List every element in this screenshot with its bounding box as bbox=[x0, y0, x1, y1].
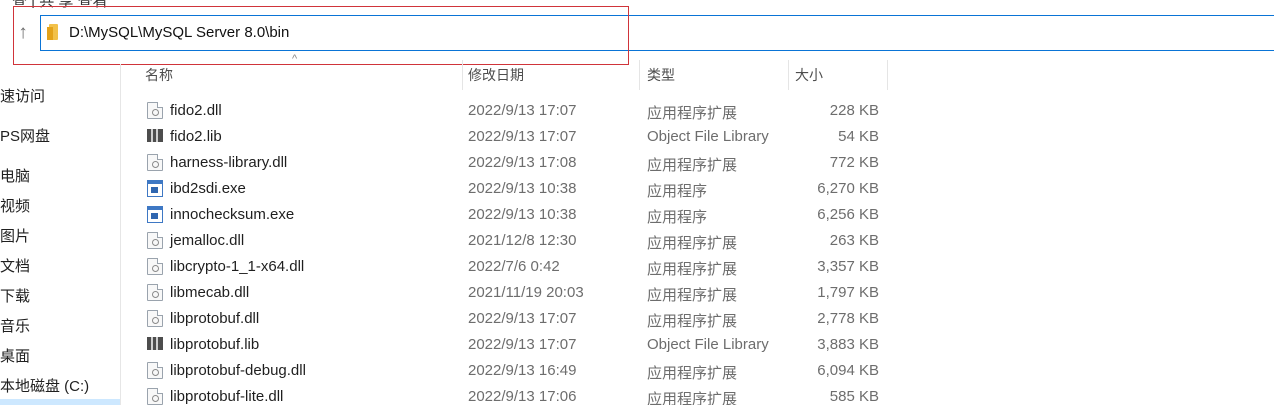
file-row[interactable]: ibd2sdi.exe 2022/9/13 10:38 应用程序 6,270 K… bbox=[140, 176, 900, 202]
file-name[interactable]: fido2.lib bbox=[170, 128, 222, 145]
dll-file-icon bbox=[147, 232, 163, 249]
nav-selection-highlight bbox=[0, 399, 120, 405]
file-size: 6,270 KB bbox=[817, 180, 879, 197]
column-header-type[interactable]: 类型 bbox=[647, 62, 787, 90]
file-name[interactable]: fido2.dll bbox=[170, 102, 222, 119]
file-date: 2022/9/13 17:07 bbox=[468, 128, 577, 145]
dll-file-icon bbox=[147, 310, 163, 327]
file-type: 应用程序扩展 bbox=[647, 157, 738, 174]
nav-item-desktop[interactable]: 桌面 bbox=[0, 345, 30, 366]
nav-item-pictures[interactable]: 图片 bbox=[0, 225, 30, 246]
exe-file-icon bbox=[147, 206, 163, 223]
file-name[interactable]: libcrypto-1_1-x64.dll bbox=[170, 258, 304, 275]
file-name[interactable]: harness-library.dll bbox=[170, 154, 287, 171]
nav-item-quick-access[interactable]: 速访问 bbox=[0, 85, 45, 106]
file-type: 应用程序扩展 bbox=[647, 105, 738, 122]
ribbon-tabs-text: 查 | 共 享 查看 bbox=[12, 0, 108, 8]
file-name[interactable]: libmecab.dll bbox=[170, 284, 249, 301]
file-row[interactable]: harness-library.dll 2022/9/13 17:08 应用程序… bbox=[140, 150, 900, 176]
file-date: 2022/9/13 17:06 bbox=[468, 388, 577, 405]
file-date: 2022/9/13 17:08 bbox=[468, 154, 577, 171]
file-size: 54 KB bbox=[838, 128, 879, 145]
dll-file-icon bbox=[147, 362, 163, 379]
file-row[interactable]: libmecab.dll 2021/11/19 20:03 应用程序扩展 1,7… bbox=[140, 280, 900, 306]
nav-item-wps-drive[interactable]: PS网盘 bbox=[0, 125, 50, 146]
lib-file-icon bbox=[147, 129, 163, 142]
column-header-name[interactable]: 名称 bbox=[145, 62, 463, 90]
file-size: 2,778 KB bbox=[817, 310, 879, 327]
file-name[interactable]: libprotobuf-debug.dll bbox=[170, 362, 306, 379]
dll-file-icon bbox=[147, 154, 163, 171]
file-name[interactable]: libprotobuf.lib bbox=[170, 336, 259, 353]
file-size: 772 KB bbox=[829, 154, 879, 171]
navigation-pane: 速访问 PS网盘 电脑 视频 图片 文档 下载 音乐 桌面 本地磁盘 (C:) bbox=[0, 64, 121, 405]
file-size: 228 KB bbox=[829, 102, 879, 119]
file-type: 应用程序扩展 bbox=[647, 235, 738, 252]
column-header-date[interactable]: 修改日期 bbox=[468, 62, 638, 90]
file-type: 应用程序扩展 bbox=[647, 391, 738, 405]
file-date: 2021/12/8 12:30 bbox=[468, 232, 577, 249]
file-name[interactable]: libprotobuf.dll bbox=[170, 310, 259, 327]
address-path[interactable]: D:\MySQL\MySQL Server 8.0\bin bbox=[69, 24, 289, 41]
file-type: Object File Library bbox=[647, 128, 769, 145]
file-size: 3,357 KB bbox=[817, 258, 879, 275]
exe-file-icon bbox=[147, 180, 163, 197]
file-row[interactable]: innochecksum.exe 2022/9/13 10:38 应用程序 6,… bbox=[140, 202, 900, 228]
file-size: 1,797 KB bbox=[817, 284, 879, 301]
file-row[interactable]: libcrypto-1_1-x64.dll 2022/7/6 0:42 应用程序… bbox=[140, 254, 900, 280]
dll-file-icon bbox=[147, 258, 163, 275]
file-row[interactable]: fido2.lib 2022/9/13 17:07 Object File Li… bbox=[140, 124, 900, 150]
file-date: 2022/9/13 17:07 bbox=[468, 336, 577, 353]
nav-item-documents[interactable]: 文档 bbox=[0, 255, 30, 276]
file-date: 2022/9/13 10:38 bbox=[468, 206, 577, 223]
file-date: 2022/9/13 17:07 bbox=[468, 310, 577, 327]
file-date: 2021/11/19 20:03 bbox=[468, 284, 584, 301]
file-size: 585 KB bbox=[829, 388, 879, 405]
column-divider[interactable] bbox=[788, 60, 789, 90]
nav-item-music[interactable]: 音乐 bbox=[0, 315, 30, 336]
column-divider[interactable] bbox=[887, 60, 888, 90]
column-divider[interactable] bbox=[462, 60, 463, 90]
file-row[interactable]: libprotobuf.lib 2022/9/13 17:07 Object F… bbox=[140, 332, 900, 358]
nav-item-this-pc[interactable]: 电脑 bbox=[0, 165, 30, 186]
file-type: 应用程序扩展 bbox=[647, 261, 738, 278]
address-bar[interactable]: D:\MySQL\MySQL Server 8.0\bin bbox=[40, 15, 1274, 51]
file-type: 应用程序 bbox=[647, 209, 708, 226]
file-name[interactable]: innochecksum.exe bbox=[170, 206, 294, 223]
file-size: 263 KB bbox=[829, 232, 879, 249]
file-date: 2022/9/13 16:49 bbox=[468, 362, 577, 379]
file-row[interactable]: fido2.dll 2022/9/13 17:07 应用程序扩展 228 KB bbox=[140, 98, 900, 124]
dll-file-icon bbox=[147, 388, 163, 405]
file-size: 3,883 KB bbox=[817, 336, 879, 353]
file-type: 应用程序扩展 bbox=[647, 365, 738, 382]
file-name[interactable]: ibd2sdi.exe bbox=[170, 180, 246, 197]
folder-icon bbox=[47, 24, 61, 40]
file-row[interactable]: libprotobuf-debug.dll 2022/9/13 16:49 应用… bbox=[140, 358, 900, 384]
file-date: 2022/7/6 0:42 bbox=[468, 258, 560, 275]
file-type: 应用程序扩展 bbox=[647, 313, 738, 330]
file-type: 应用程序 bbox=[647, 183, 708, 200]
file-name[interactable]: jemalloc.dll bbox=[170, 232, 244, 249]
file-type: 应用程序扩展 bbox=[647, 287, 738, 304]
nav-item-local-disk-c[interactable]: 本地磁盘 (C:) bbox=[0, 375, 89, 396]
file-size: 6,256 KB bbox=[817, 206, 879, 223]
file-row[interactable]: jemalloc.dll 2021/12/8 12:30 应用程序扩展 263 … bbox=[140, 228, 900, 254]
file-row[interactable]: libprotobuf-lite.dll 2022/9/13 17:06 应用程… bbox=[140, 384, 900, 405]
ribbon-tabs-fragment: 查 | 共 享 查看 bbox=[0, 0, 1274, 8]
up-arrow-icon[interactable]: ↑ bbox=[14, 22, 32, 44]
nav-item-downloads[interactable]: 下载 bbox=[0, 285, 30, 306]
column-divider[interactable] bbox=[639, 60, 640, 90]
file-row[interactable]: libprotobuf.dll 2022/9/13 17:07 应用程序扩展 2… bbox=[140, 306, 900, 332]
dll-file-icon bbox=[147, 102, 163, 119]
file-date: 2022/9/13 17:07 bbox=[468, 102, 577, 119]
file-type: Object File Library bbox=[647, 336, 769, 353]
file-size: 6,094 KB bbox=[817, 362, 879, 379]
file-name[interactable]: libprotobuf-lite.dll bbox=[170, 388, 283, 405]
nav-item-videos[interactable]: 视频 bbox=[0, 195, 30, 216]
file-date: 2022/9/13 10:38 bbox=[468, 180, 577, 197]
dll-file-icon bbox=[147, 284, 163, 301]
lib-file-icon bbox=[147, 337, 163, 350]
column-header-size[interactable]: 大小 bbox=[795, 62, 885, 90]
